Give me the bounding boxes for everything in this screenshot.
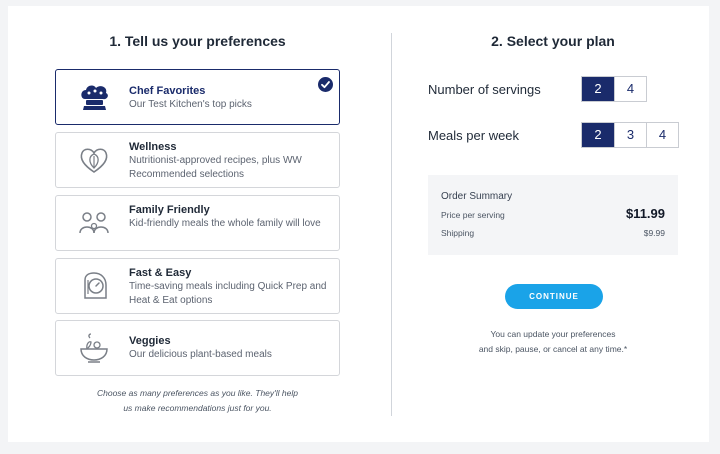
- preferences-note-line: Choose as many preferences as you like. …: [96, 388, 298, 398]
- order-summary: Order Summary Price per serving $11.99 S…: [428, 175, 678, 255]
- servings-label: Number of servings: [428, 82, 541, 97]
- preference-description: Nutritionist-approved recipes, plus WW R…: [129, 155, 302, 180]
- preference-description: Our delicious plant-based meals: [129, 349, 272, 360]
- column-divider: [391, 33, 392, 416]
- preference-description: Kid-friendly meals the whole family will…: [129, 218, 321, 229]
- preference-title: Veggies: [129, 335, 171, 347]
- timer-icon: [76, 268, 112, 304]
- price-per-serving-value: $11.99: [625, 206, 665, 221]
- preference-title: Family Friendly: [129, 204, 210, 216]
- servings-selector: 2 4: [581, 76, 647, 102]
- meals-per-week-label: Meals per week: [428, 128, 520, 143]
- plan-note: You can update your preferences and skip…: [428, 327, 678, 357]
- shipping-value: $9.99: [643, 228, 665, 238]
- checkmark-icon: [318, 77, 333, 92]
- family-icon: [76, 205, 112, 241]
- preference-fast-easy[interactable]: Fast & Easy Time-saving meals including …: [55, 258, 340, 314]
- preferences-heading: 1. Tell us your preferences: [109, 33, 286, 49]
- preference-chef-favorites[interactable]: Chef Favorites Our Test Kitchen's top pi…: [55, 69, 340, 125]
- meals-per-week-selector: 2 3 4: [581, 122, 679, 148]
- chef-hat-icon: [76, 79, 112, 115]
- preference-title: Fast & Easy: [129, 267, 192, 279]
- salad-bowl-icon: [76, 330, 112, 366]
- preference-description: Our Test Kitchen's top picks: [129, 99, 252, 110]
- preference-family-friendly[interactable]: Family Friendly Kid-friendly meals the w…: [55, 195, 340, 251]
- preference-description: Time-saving meals including Quick Prep a…: [129, 281, 327, 306]
- plan-note-line: You can update your preferences: [490, 329, 616, 339]
- plan-heading: 2. Select your plan: [491, 33, 615, 49]
- meals-option-2[interactable]: 2: [582, 123, 614, 147]
- servings-option-4[interactable]: 4: [614, 77, 646, 101]
- order-summary-title: Order Summary: [441, 191, 513, 202]
- meals-option-3[interactable]: 3: [614, 123, 646, 147]
- preferences-note: Choose as many preferences as you like. …: [70, 386, 325, 416]
- preferences-note-line: us make recommendations just for you.: [123, 403, 272, 413]
- heart-leaf-icon: [76, 142, 112, 178]
- shipping-label: Shipping: [441, 228, 475, 238]
- price-per-serving-label: Price per serving: [441, 210, 505, 220]
- meals-option-4[interactable]: 4: [646, 123, 678, 147]
- preference-veggies[interactable]: Veggies Our delicious plant-based meals: [55, 320, 340, 376]
- continue-button[interactable]: CONTINUE: [505, 284, 603, 309]
- preference-title: Wellness: [129, 141, 177, 153]
- servings-option-2[interactable]: 2: [582, 77, 614, 101]
- plan-note-line: and skip, pause, or cancel at any time.*: [478, 344, 628, 354]
- preference-title: Chef Favorites: [129, 85, 206, 97]
- preference-wellness[interactable]: Wellness Nutritionist-approved recipes, …: [55, 132, 340, 188]
